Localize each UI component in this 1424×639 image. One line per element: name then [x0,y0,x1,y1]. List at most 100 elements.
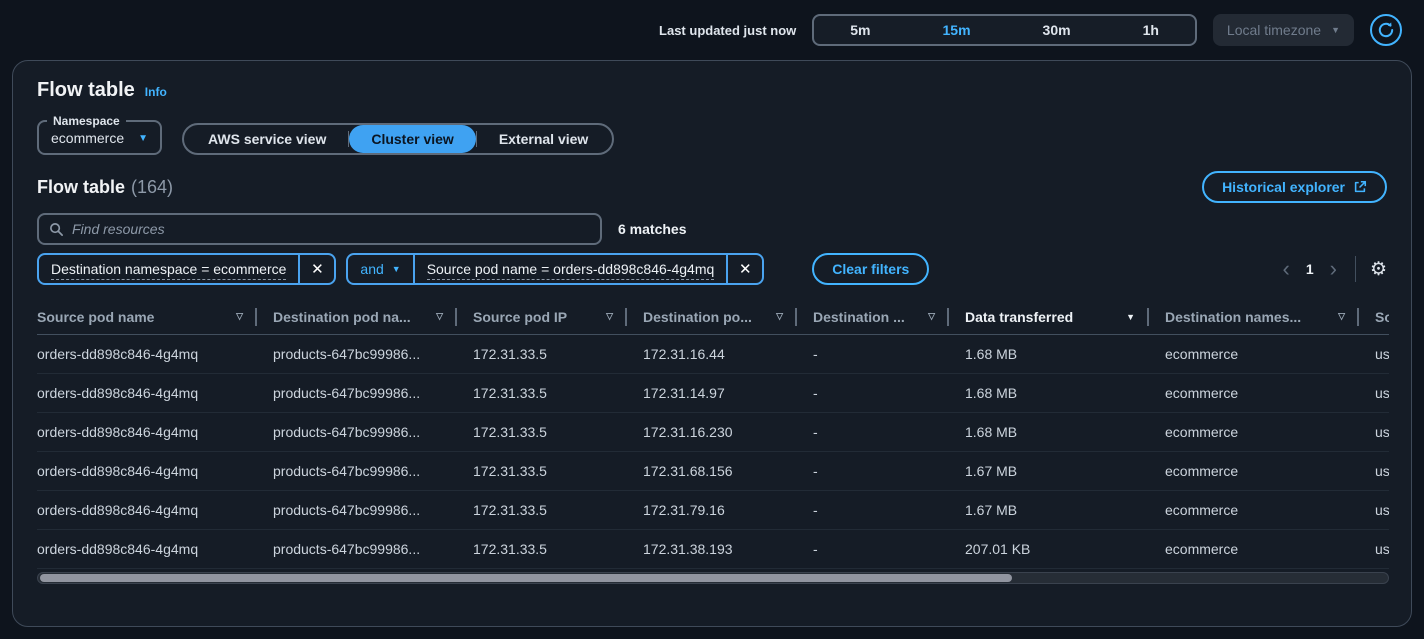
tab-aws-service-view[interactable]: AWS service view [186,125,348,153]
refresh-button[interactable] [1370,14,1402,46]
flow-table-panel: Flow table Info Namespace ecommerce ▼ AW… [12,60,1412,627]
chevron-down-icon: ▼ [1331,25,1340,35]
matches-count: 6 matches [618,221,686,237]
close-icon[interactable]: ✕ [728,255,762,283]
cell-destination-pod-ip: 172.31.38.193 [627,541,797,557]
chevron-down-icon: ▼ [138,133,148,144]
time-range-30m[interactable]: 30m [1007,16,1107,44]
column-header-destination[interactable]: Destination ...▽ [797,299,949,334]
sort-caret-icon: ▽ [1338,311,1345,322]
table-row[interactable]: orders-dd898c846-4g4mq products-647bc999… [37,374,1389,413]
cell-destination-pod-ip: 172.31.79.16 [627,502,797,518]
table-row[interactable]: orders-dd898c846-4g4mq products-647bc999… [37,413,1389,452]
cell-destination-pod-ip: 172.31.68.156 [627,463,797,479]
time-range-15m[interactable]: 15m [907,16,1007,44]
view-segmented-control: AWS service view Cluster view External v… [182,123,614,155]
time-range-1h[interactable]: 1h [1107,16,1195,44]
table-row[interactable]: orders-dd898c846-4g4mq products-647bc999… [37,530,1389,569]
cell-source-pod-name: orders-dd898c846-4g4mq [37,385,257,401]
namespace-label: Namespace [47,114,126,128]
cell-source-pod-ip: 172.31.33.5 [457,385,627,401]
column-header-source-pod-ip[interactable]: Source pod IP▽ [457,299,627,334]
sort-caret-icon: ▽ [436,311,443,322]
cell-destination-namespace: ecommerce [1149,502,1359,518]
table-section-header: Flow table (164) Historical explorer [37,171,1387,203]
column-header-source[interactable]: Sour [1359,299,1389,334]
cell-source-pod-ip: 172.31.33.5 [457,346,627,362]
time-range-5m[interactable]: 5m [814,16,906,44]
table-row[interactable]: orders-dd898c846-4g4mq products-647bc999… [37,452,1389,491]
column-header-destination-pod-ip[interactable]: Destination po...▽ [627,299,797,334]
filter-token-destination-namespace: Destination namespace = ecommerce ✕ [37,253,336,285]
page-number[interactable]: 1 [1306,261,1314,277]
clear-filters-label: Clear filters [832,261,909,277]
cell-destination-pod-name: products-647bc99986... [257,385,457,401]
cell-source-pod-name: orders-dd898c846-4g4mq [37,541,257,557]
filter-token-source-pod-name: and ▼ Source pod name = orders-dd898c846… [346,253,764,285]
table-row[interactable]: orders-dd898c846-4g4mq products-647bc999… [37,491,1389,530]
column-header-destination-namespace[interactable]: Destination names...▽ [1149,299,1359,334]
clear-filters-button[interactable]: Clear filters [812,253,929,285]
cell-destination-namespace: ecommerce [1149,385,1359,401]
cell-data-transferred: 1.68 MB [949,385,1149,401]
chevron-left-icon[interactable]: ‹ [1279,258,1294,280]
sort-caret-icon: ▽ [928,311,935,322]
table-row[interactable]: orders-dd898c846-4g4mq products-647bc999… [37,335,1389,374]
close-icon[interactable]: ✕ [300,255,334,283]
cell-source: use1- [1359,541,1389,557]
timezone-select[interactable]: Local timezone ▼ [1213,14,1354,46]
tab-cluster-view[interactable]: Cluster view [349,125,475,153]
horizontal-scrollbar[interactable] [37,572,1389,584]
column-header-data-transferred[interactable]: Data transferred▼ [949,299,1149,334]
cell-destination: - [797,385,949,401]
search-row: 6 matches [37,213,1387,245]
cell-source-pod-name: orders-dd898c846-4g4mq [37,502,257,518]
cell-destination-pod-ip: 172.31.16.44 [627,346,797,362]
page-title: Flow table [37,79,135,102]
search-field[interactable] [37,213,602,245]
cell-source-pod-name: orders-dd898c846-4g4mq [37,424,257,440]
column-header-source-pod-name[interactable]: Source pod name▽ [37,299,257,334]
search-input[interactable] [72,221,590,237]
time-range-selector: 5m 15m 30m 1h [812,14,1197,46]
cell-source: use1- [1359,424,1389,440]
cell-destination: - [797,541,949,557]
top-toolbar: Last updated just now 5m 15m 30m 1h Loca… [0,0,1424,60]
cell-source: use1- [1359,463,1389,479]
pager-divider [1355,256,1356,282]
cell-source-pod-name: orders-dd898c846-4g4mq [37,346,257,362]
cell-destination-pod-ip: 172.31.16.230 [627,424,797,440]
last-updated-text: Last updated just now [659,23,796,38]
cell-destination: - [797,502,949,518]
chevron-right-icon[interactable]: › [1326,258,1341,280]
cell-destination-pod-ip: 172.31.14.97 [627,385,797,401]
filter-token-text[interactable]: Source pod name = orders-dd898c846-4g4mq [415,261,727,277]
namespace-value: ecommerce [51,130,124,146]
cell-destination-pod-name: products-647bc99986... [257,541,457,557]
sort-caret-icon: ▼ [1126,312,1135,322]
cell-destination-namespace: ecommerce [1149,541,1359,557]
view-controls: Namespace ecommerce ▼ AWS service view C… [37,114,1387,155]
cell-destination-namespace: ecommerce [1149,424,1359,440]
column-header-destination-pod-name[interactable]: Destination pod na...▽ [257,299,457,334]
chevron-down-icon: ▼ [392,264,401,274]
filter-operator-dropdown[interactable]: and ▼ [348,261,412,277]
filter-token-row: Destination namespace = ecommerce ✕ and … [37,253,1387,285]
pagination: ‹ 1 › ⚙ [1279,256,1388,282]
table-count: (164) [131,177,173,197]
tab-external-view[interactable]: External view [477,125,611,153]
cell-source-pod-ip: 172.31.33.5 [457,502,627,518]
cell-destination-pod-name: products-647bc99986... [257,346,457,362]
table-title: Flow table [37,177,125,197]
scrollbar-thumb[interactable] [40,574,1012,582]
historical-explorer-button[interactable]: Historical explorer [1202,171,1387,203]
cell-destination-namespace: ecommerce [1149,463,1359,479]
filter-token-text[interactable]: Destination namespace = ecommerce [39,261,298,277]
cell-data-transferred: 1.68 MB [949,346,1149,362]
gear-icon[interactable]: ⚙ [1370,258,1387,281]
cell-data-transferred: 1.67 MB [949,463,1149,479]
cell-source-pod-ip: 172.31.33.5 [457,424,627,440]
info-link[interactable]: Info [145,85,167,99]
refresh-icon [1377,21,1395,39]
namespace-select[interactable]: Namespace ecommerce ▼ [37,114,162,155]
